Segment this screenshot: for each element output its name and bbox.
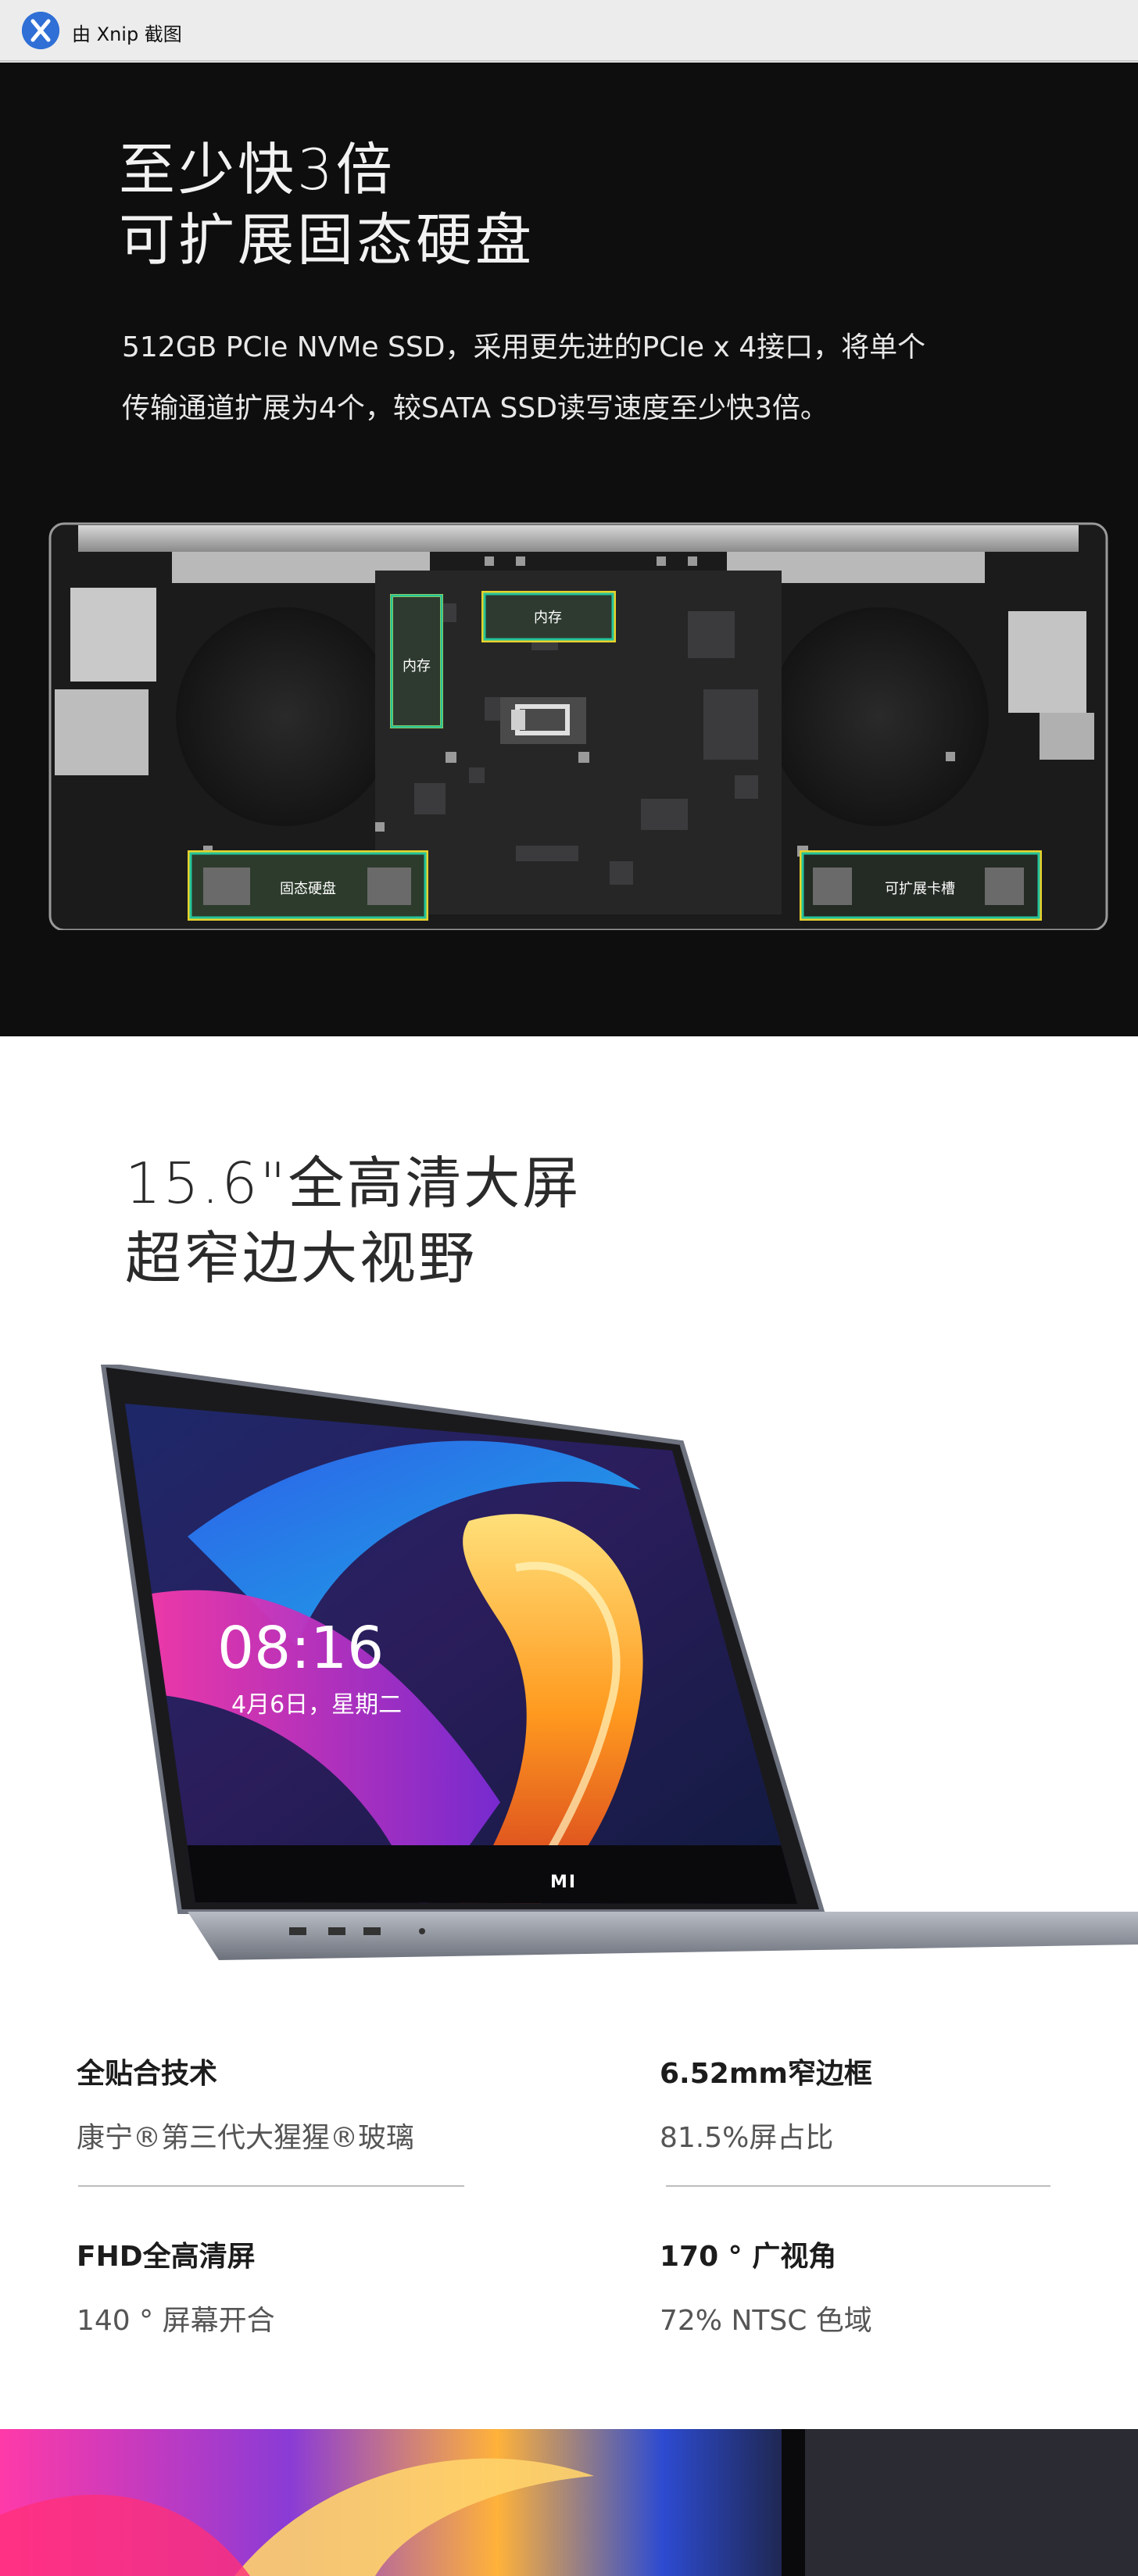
screen-heading-line2: 超窄边大视野 xyxy=(125,1225,478,1291)
feature-subtitle: 81.5%屏占比 xyxy=(660,2122,834,2154)
feature-subtitle: 72% NTSC 色域 xyxy=(660,2305,872,2337)
next-section-image xyxy=(0,2429,1138,2576)
xnip-app-icon xyxy=(22,12,59,49)
feature-title: 全贴合技术 xyxy=(77,2058,218,2090)
ssd-heading: 至少快3倍 可扩展固态硬盘 xyxy=(119,134,535,275)
memory-label-1: 内存 xyxy=(403,658,431,674)
expansion-slot-label: 可扩展卡槽 xyxy=(885,881,955,897)
laptop-clock-time: 08:16 xyxy=(217,1615,385,1682)
ssd-section: 至少快3倍 可扩展固态硬盘 512GB PCIe NVMe SSD，采用更先进的… xyxy=(0,63,1138,1036)
laptop-image: 08:16 4月6日，星期二 MI xyxy=(94,1365,1138,1966)
feature-title: 170 ° 广视角 xyxy=(660,2241,837,2273)
feature-bezel: 6.52mm窄边框 81.5%屏占比 xyxy=(660,2051,872,2156)
ssd-description-line2: 传输通道扩展为4个，较SATA SSD读写速度至少快3倍。 xyxy=(122,392,828,424)
feature-title: FHD全高清屏 xyxy=(77,2241,256,2273)
feature-divider-right xyxy=(666,2185,1050,2187)
ssd-description-line1: 512GB PCIe NVMe SSD，采用更先进的PCIe x 4接口，将单个 xyxy=(122,331,926,363)
feature-subtitle: 140 ° 屏幕开合 xyxy=(77,2305,275,2337)
ssd-heading-line1: 至少快3倍 xyxy=(119,137,395,202)
screen-heading-line1: 15.6"全高清大屏 xyxy=(125,1150,582,1216)
ssd-slot-label: 固态硬盘 xyxy=(280,881,336,897)
screen-heading: 15.6"全高清大屏 超窄边大视野 xyxy=(125,1146,581,1296)
laptop-clock-date: 4月6日，星期二 xyxy=(231,1691,403,1719)
window-titlebar: 由 Xnip 截图 xyxy=(0,0,1138,62)
ssd-description: 512GB PCIe NVMe SSD，采用更先进的PCIe x 4接口，将单个… xyxy=(122,317,1044,439)
feature-fhd: FHD全高清屏 140 ° 屏幕开合 xyxy=(77,2234,275,2338)
feature-viewing-angle: 170 ° 广视角 72% NTSC 色域 xyxy=(660,2234,872,2338)
motherboard-image: 内存 内存 固态硬盘 可扩展卡槽 xyxy=(47,517,1110,930)
screen-section: 15.6"全高清大屏 超窄边大视野 08:16 4月6日，星期二 MI 全贴合技… xyxy=(0,1036,1138,2429)
feature-divider-left xyxy=(78,2185,464,2187)
feature-title: 6.52mm窄边框 xyxy=(660,2058,872,2090)
feature-subtitle: 康宁®第三代大猩猩®玻璃 xyxy=(77,2122,415,2154)
feature-lamination: 全贴合技术 康宁®第三代大猩猩®玻璃 xyxy=(77,2051,414,2156)
laptop-brand-logo: MI xyxy=(550,1873,578,1892)
window-title: 由 Xnip 截图 xyxy=(72,23,182,45)
ssd-heading-line2: 可扩展固态硬盘 xyxy=(119,207,535,273)
memory-label-2: 内存 xyxy=(534,610,562,626)
